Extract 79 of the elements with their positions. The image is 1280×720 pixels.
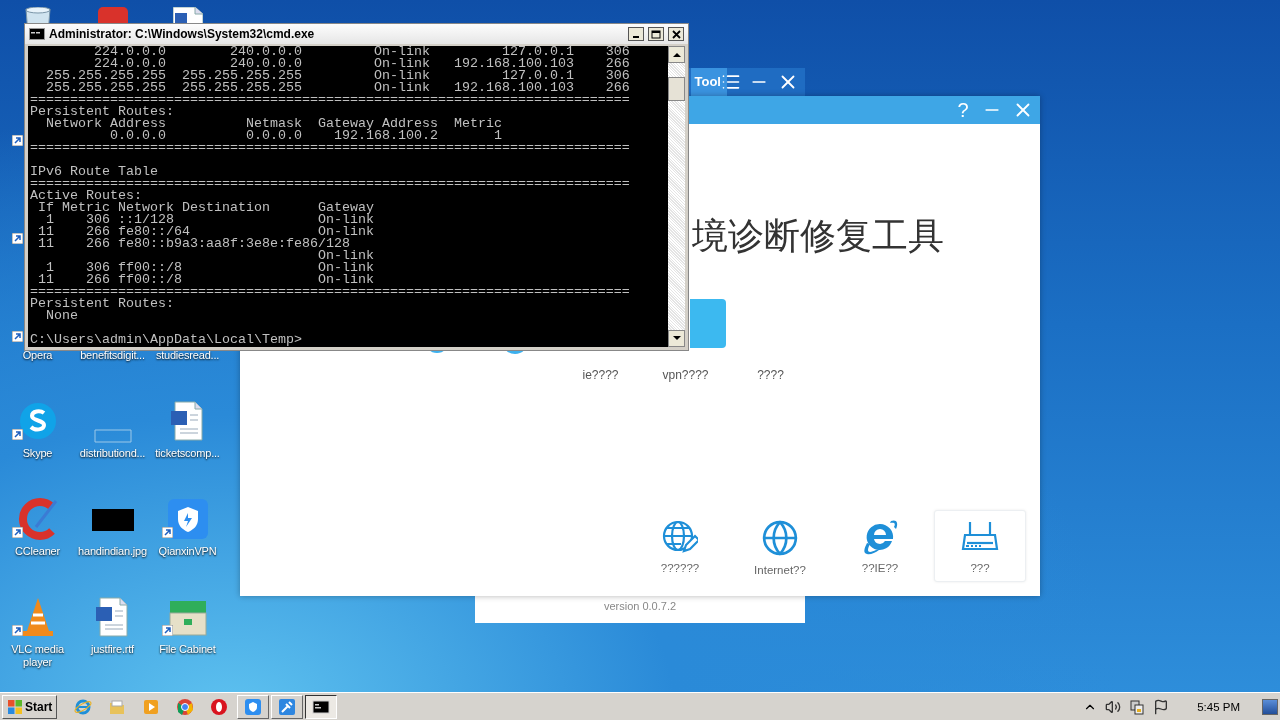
desktop-icon-label: justfire.rtf (91, 643, 134, 656)
desktop-icon-label: QianxinVPN (158, 545, 217, 558)
desktop-icon-label: File Cabinet (159, 643, 216, 656)
console-line: IPv6 Route Table (30, 166, 159, 178)
network-icon[interactable] (1129, 698, 1146, 715)
console-line: 255.255.255.255 255.255.255.255 On-link 192.168.100.103 266 (45, 82, 631, 94)
console-line: 1 306 ff00::/8 On-link (46, 262, 375, 274)
window-title: Administrator: C:\Windows\System32\cmd.exe (49, 27, 316, 41)
desktop-icon-label: ticketscomp... (155, 447, 220, 460)
maximize-icon (651, 29, 661, 39)
console-line: =========================================================================== (30, 94, 631, 106)
close-button[interactable] (668, 27, 684, 41)
ie-logo-icon (861, 519, 899, 555)
opera-icon (210, 697, 229, 716)
console-line: 11 266 fe80::/64 On-link (37, 226, 375, 238)
scroll-thumb[interactable] (668, 77, 685, 101)
app-tile-icon (97, 7, 128, 23)
player-icon (142, 697, 161, 716)
speaker-icon[interactable] (1105, 698, 1122, 715)
console-line: =========================================================================== (30, 286, 631, 298)
option-label[interactable]: ie???? (558, 368, 643, 382)
start-button[interactable]: Start (2, 694, 58, 719)
flag-icon[interactable] (1153, 698, 1170, 715)
blank-page-icon (93, 429, 132, 443)
tool-icon (278, 697, 297, 716)
menu-icon[interactable] (721, 72, 741, 92)
vpn-icon (244, 697, 263, 716)
desktop-icon-label: VLC media player (10, 643, 65, 669)
globe-pencil-icon (662, 519, 698, 555)
console-icon (29, 28, 45, 40)
console-line: None (45, 310, 79, 322)
desktop-icon-label: Skype (22, 447, 53, 460)
console-icon (312, 697, 331, 716)
console-line: 11 266 fe80::b9a3:aa8f:3e8e:fe86/128 (37, 238, 350, 250)
window-title: Tool (690, 68, 727, 96)
console-line: 224.0.0.0 240.0.0.0 On-link 192.168.100.103 266 (94, 58, 631, 70)
console-line: Network Address Netmask Gateway Address Metric (45, 118, 503, 130)
option-label[interactable]: vpn???? (643, 368, 728, 382)
console-line: Active Routes: (30, 190, 142, 202)
ie-icon (74, 697, 93, 716)
console-line: C:\Users\admin\AppData\Local\Temp> (30, 334, 303, 346)
version-text: version 0.0.7.2 (602, 599, 678, 614)
scroll-up-button[interactable] (668, 46, 685, 63)
show-desktop-button[interactable] (1262, 698, 1278, 715)
console-line: =========================================================================== (30, 178, 631, 190)
console-line: 255.255.255.255 255.255.255.255 On-link 127.0.0.1 306 (45, 70, 631, 82)
desktop-icon-label: CCleaner (15, 545, 60, 558)
desktop-icon-label: studiesread... (155, 349, 220, 362)
document-icon (172, 7, 203, 23)
caret-down-icon (672, 336, 681, 341)
recycle-icon (22, 7, 53, 23)
console-line: 0.0.0.0 0.0.0.0 192.168.100.2 1 (108, 130, 503, 142)
scroll-down-button[interactable] (668, 330, 685, 347)
console-line: 1 306 ::1/128 On-link (46, 214, 375, 226)
console-line: If Metric Network Destination Gateway (37, 202, 375, 214)
console-line: Persistent Routes: (30, 106, 175, 118)
console-line: =========================================================================== (30, 142, 631, 154)
folder-icon (108, 697, 127, 716)
minimize-button[interactable] (628, 27, 644, 41)
clock-text[interactable]: 5:45 PM (1197, 700, 1240, 713)
taskbar-button[interactable] (305, 694, 338, 719)
globe-icon (761, 519, 799, 557)
maximize-button[interactable] (648, 27, 664, 41)
desktop-icon-label: Opera (22, 349, 53, 362)
console-line: Persistent Routes: (30, 298, 175, 310)
console-line: On-link (316, 250, 375, 262)
option-label[interactable]: ???? (728, 368, 813, 382)
close-icon (671, 29, 681, 39)
desktop-icon-label: benefitsdigit... (80, 349, 145, 362)
tool-button[interactable]: ??? (934, 510, 1026, 582)
app-heading: 境诊断修复工具 (692, 216, 944, 256)
caret-up-icon (672, 52, 681, 57)
desktop-icon-label: distributiond... (79, 447, 146, 460)
desktop-icon-label: handindian.jpg (78, 545, 147, 558)
console-line: 224.0.0.0 240.0.0.0 On-link 127.0.0.1 306 (93, 46, 631, 58)
vpn-icon (165, 497, 210, 541)
console-line: 11 266 ff00::/8 On-link (37, 274, 375, 286)
windows-logo-icon (7, 698, 23, 715)
chrome-icon (176, 697, 195, 716)
